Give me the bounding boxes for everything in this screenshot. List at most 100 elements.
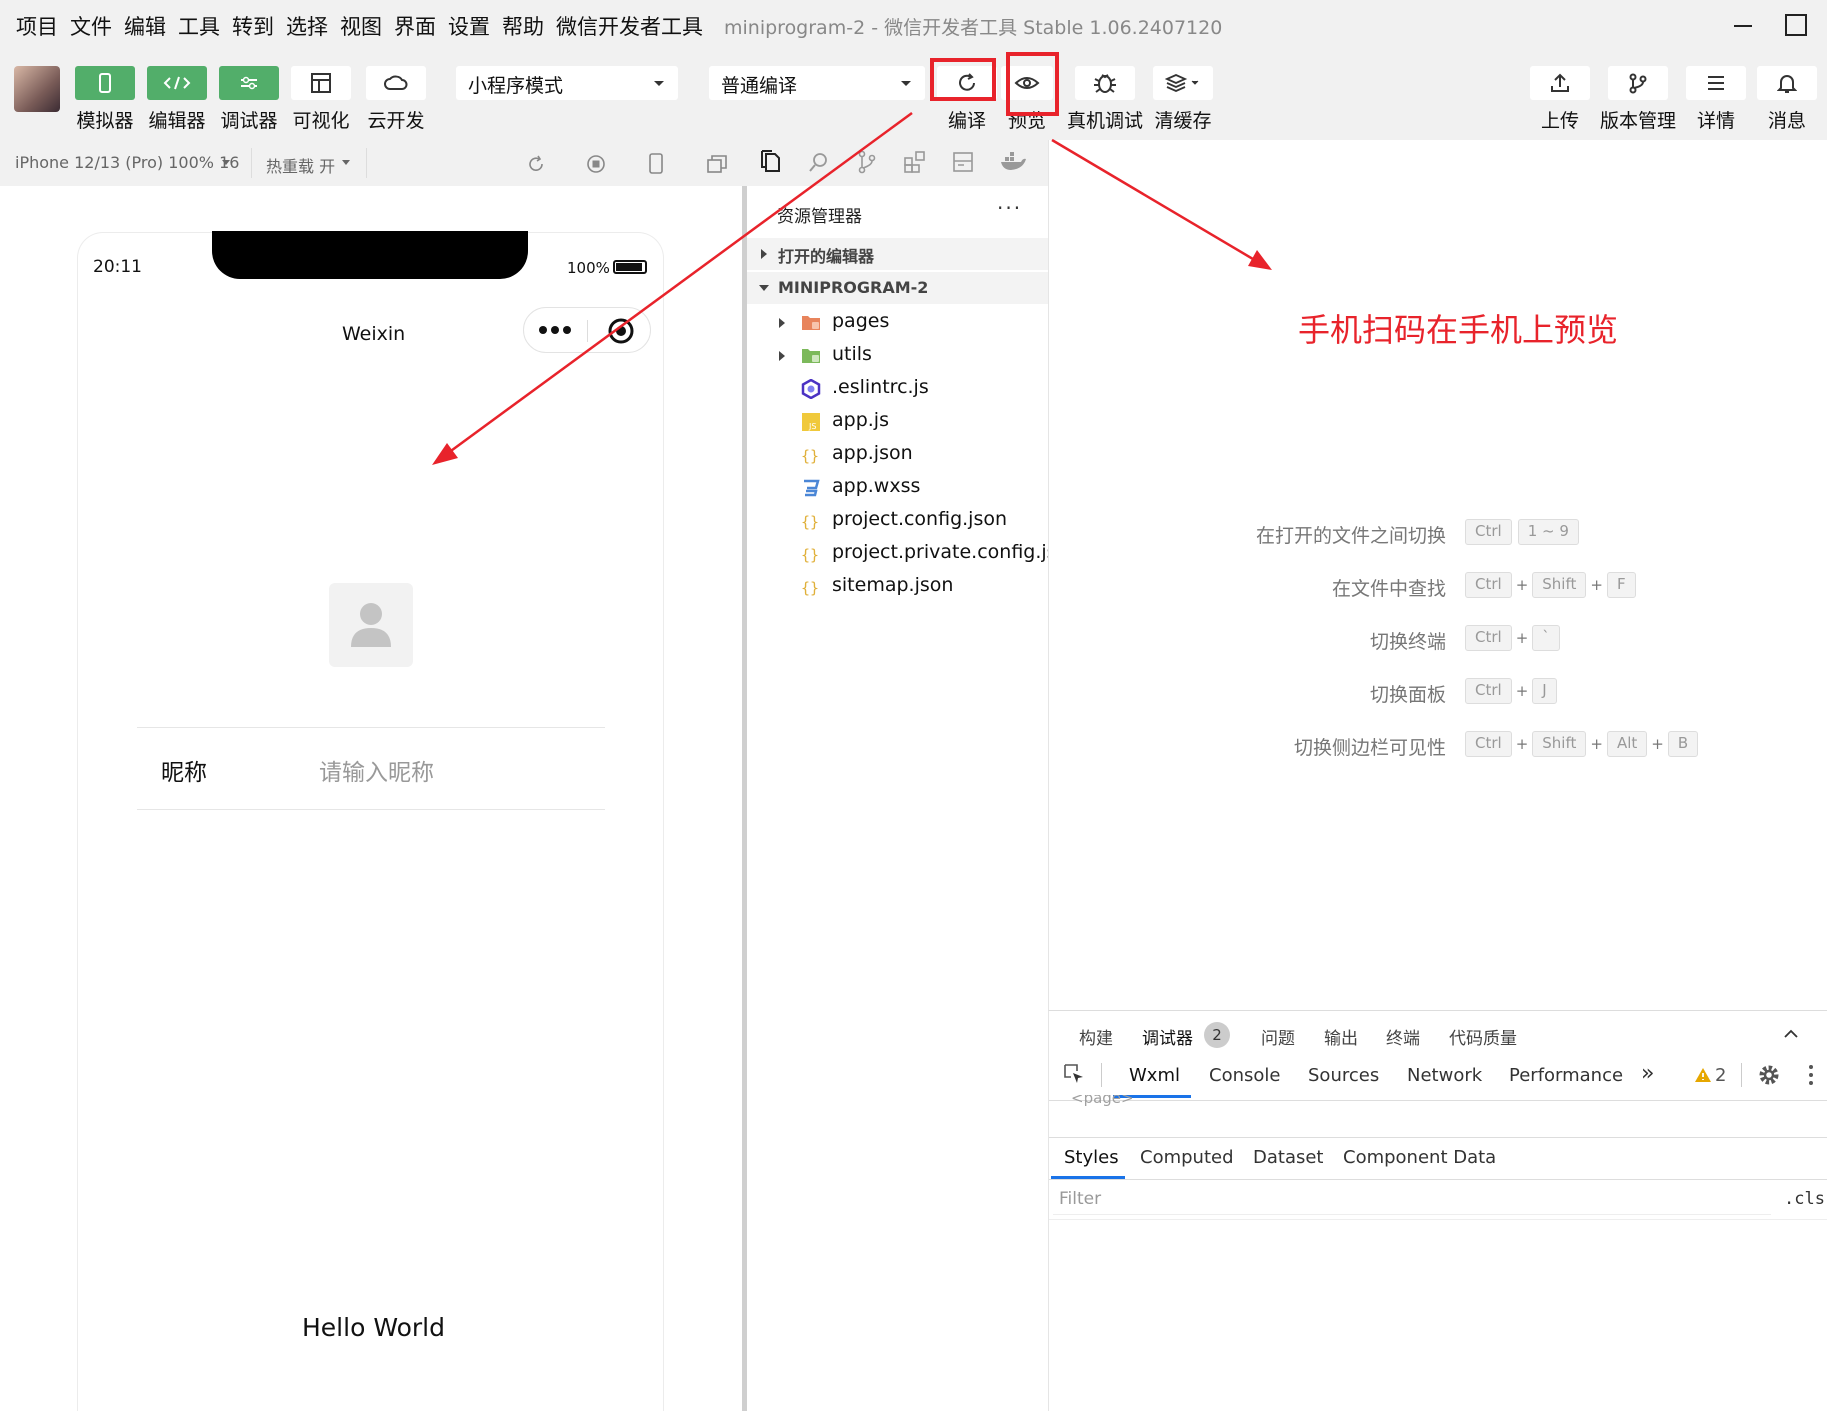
gear-icon[interactable] [1758, 1064, 1780, 1086]
phone-icon [99, 73, 111, 93]
tab-computed[interactable]: Computed [1140, 1147, 1234, 1168]
svg-text:{}: {} [801, 546, 819, 564]
more-actions-icon[interactable]: ··· [997, 196, 1022, 220]
upload-button[interactable] [1530, 66, 1590, 100]
tab-output[interactable]: 输出 [1324, 1024, 1358, 1049]
chevron-down-icon [759, 285, 769, 291]
hot-reload-toggle[interactable]: 热重载 开 [266, 153, 335, 177]
mode-select[interactable]: 小程序模式 [456, 66, 678, 100]
menu-devtools[interactable]: 微信开发者工具 [556, 11, 703, 41]
devtab-wxml[interactable]: Wxml [1129, 1065, 1180, 1086]
devtab-console[interactable]: Console [1209, 1065, 1280, 1086]
code-icon [163, 76, 191, 90]
open-editors-label: 打开的编辑器 [778, 247, 875, 266]
project-section[interactable]: MINIPROGRAM-2 [747, 272, 1048, 304]
file-name: project.config.json [832, 508, 1008, 530]
devtab-sources[interactable]: Sources [1308, 1065, 1379, 1086]
menu-view[interactable]: 视图 [340, 11, 382, 41]
menu-select[interactable]: 选择 [286, 11, 328, 41]
devtab-network[interactable]: Network [1407, 1065, 1482, 1086]
clear-cache-label: 清缓存 [1154, 110, 1212, 132]
files-icon[interactable] [760, 150, 782, 174]
messages-button[interactable] [1757, 66, 1817, 100]
user-icon [351, 603, 391, 647]
chevron-up-icon[interactable] [1783, 1029, 1799, 1039]
filter-input[interactable]: Filter [1053, 1183, 1771, 1215]
more-dots-icon[interactable] [538, 324, 574, 336]
open-editors-section[interactable]: 打开的编辑器 [747, 238, 1048, 270]
menu-file[interactable]: 文件 [70, 11, 112, 41]
extensions-icon[interactable] [903, 150, 927, 174]
device-icon[interactable] [648, 153, 664, 175]
file-item[interactable]: {} project.private.config.js... [747, 537, 1048, 570]
rotate-icon[interactable] [526, 154, 546, 174]
nickname-input[interactable]: 请输入昵称 [319, 753, 434, 787]
shortcut-label: 在打开的文件之间切换 [1255, 525, 1446, 547]
divider [1049, 1219, 1827, 1220]
menu-help[interactable]: 帮助 [502, 11, 544, 41]
close-capsule-icon[interactable] [607, 317, 635, 345]
menu-edit[interactable]: 编辑 [124, 11, 166, 41]
storage-icon[interactable] [952, 151, 974, 173]
clear-cache-button[interactable] [1153, 66, 1213, 100]
wxml-page-node[interactable]: <page> [1071, 1095, 1134, 1107]
menu-project[interactable]: 项目 [16, 11, 58, 41]
debugger-button[interactable] [219, 66, 279, 100]
branch-icon [1629, 73, 1647, 94]
file-item[interactable]: app.wxss [747, 471, 1048, 504]
tab-dataset[interactable]: Dataset [1253, 1147, 1324, 1168]
json-file-icon: {} [801, 445, 821, 465]
editor-button[interactable] [147, 66, 207, 100]
file-item[interactable]: .eslintrc.js [747, 372, 1048, 405]
devtab-performance[interactable]: Performance [1509, 1065, 1623, 1086]
tab-problems[interactable]: 问题 [1261, 1024, 1295, 1049]
avatar-placeholder[interactable] [329, 583, 413, 667]
folder-utils-icon [801, 346, 821, 366]
warning-icon [1695, 1068, 1711, 1082]
version-button[interactable] [1608, 66, 1668, 100]
avatar[interactable] [14, 66, 60, 112]
menu-tools[interactable]: 工具 [178, 11, 220, 41]
file-item[interactable]: JS app.js [747, 405, 1048, 438]
kebab-menu-icon[interactable] [1808, 1064, 1814, 1086]
window-icon[interactable] [706, 154, 728, 174]
remote-debug-button[interactable] [1075, 66, 1135, 100]
folder-item[interactable]: utils [747, 339, 1048, 372]
chevron-down-icon [654, 81, 664, 86]
details-button[interactable] [1686, 66, 1746, 100]
keycap: J [1532, 678, 1557, 704]
visual-button[interactable] [291, 66, 351, 100]
tab-code-quality[interactable]: 代码质量 [1449, 1024, 1517, 1049]
tab-styles[interactable]: Styles [1064, 1147, 1119, 1168]
compile-select[interactable]: 普通编译 [709, 66, 925, 100]
menu-interface[interactable]: 界面 [394, 11, 436, 41]
tab-debugger[interactable]: 调试器 [1142, 1024, 1193, 1049]
css-file-icon [801, 478, 821, 498]
menu-settings[interactable]: 设置 [448, 11, 490, 41]
inspect-element-icon[interactable] [1063, 1063, 1085, 1085]
file-item[interactable]: {} sitemap.json [747, 570, 1048, 603]
maximize-button[interactable] [1779, 8, 1813, 42]
minimize-button[interactable] [1726, 8, 1760, 42]
folder-item[interactable]: pages [747, 306, 1048, 339]
shortcut-row: 在打开的文件之间切换 Ctrl 1 ~ 9 [1049, 519, 1827, 549]
tab-terminal[interactable]: 终端 [1386, 1024, 1420, 1049]
divider [1101, 1063, 1102, 1087]
status-battery-percent: 100% [567, 259, 610, 277]
warning-count[interactable]: 2 [1715, 1065, 1726, 1086]
search-icon[interactable] [808, 151, 830, 173]
docker-icon[interactable] [999, 152, 1027, 172]
menu-goto[interactable]: 转到 [232, 11, 274, 41]
stop-icon[interactable] [586, 154, 606, 174]
cls-toggle[interactable]: .cls [1784, 1189, 1825, 1209]
tab-build[interactable]: 构建 [1079, 1024, 1113, 1049]
source-control-icon[interactable] [857, 150, 877, 174]
device-select[interactable]: iPhone 12/13 (Pro) 100% 16 [15, 153, 239, 172]
simulator-button[interactable] [75, 66, 135, 100]
tab-component-data[interactable]: Component Data [1343, 1147, 1496, 1168]
shortcut-label: 切换终端 [1369, 631, 1446, 653]
file-item[interactable]: {} app.json [747, 438, 1048, 471]
cloud-button[interactable] [366, 66, 426, 100]
file-item[interactable]: {} project.config.json [747, 504, 1048, 537]
more-tabs-icon[interactable]: » [1641, 1061, 1654, 1086]
